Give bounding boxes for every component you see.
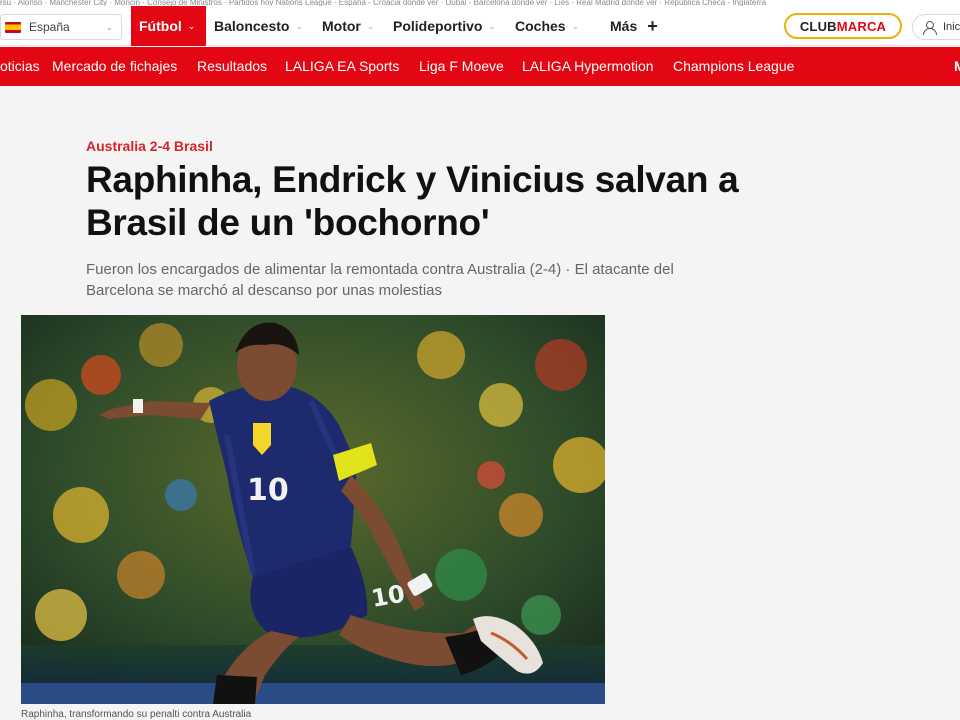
club-marca-button[interactable]: CLUB MARCA (784, 13, 902, 39)
chevron-down-icon: ⌄ (488, 20, 496, 31)
plus-icon: + (647, 15, 658, 36)
chevron-down-icon: ⌄ (295, 20, 304, 31)
chevron-down-icon: ⌄ (366, 20, 375, 31)
nav-label: Polideportivo (393, 18, 483, 34)
nav-label: Baloncesto (214, 18, 290, 34)
article-headline: Raphinha, Endrick y Vinicius salvan a Br… (86, 159, 739, 243)
subnav-item-champions-league[interactable]: Champions League (673, 58, 794, 74)
chevron-down-icon: ⌄ (187, 20, 196, 31)
region-label: España (29, 20, 70, 34)
shorts-number: 10 (369, 580, 407, 613)
subnav-item-noticias[interactable]: oticias (0, 58, 40, 74)
subnav-item-laliga-ea-sports[interactable]: LALIGA EA Sports (285, 58, 399, 74)
subnav-item-laliga-hypermotion[interactable]: LALIGA Hypermotion (522, 58, 654, 74)
subnav-item-liga-f-moeve[interactable]: Liga F Moeve (419, 58, 504, 74)
section-subnavigation: oticias Mercado de fichajes Resultados L… (0, 47, 960, 86)
nav-item-motor[interactable]: Motor ⌄ (322, 6, 374, 46)
nav-item-mas[interactable]: Más + (610, 6, 658, 46)
article-kicker[interactable]: Australia 2-4 Brasil (86, 138, 213, 154)
chevron-down-icon: ⌄ (571, 20, 580, 31)
nav-label: Motor (322, 18, 361, 34)
article-photo[interactable]: 10 10 (21, 315, 605, 704)
shirt-number: 10 (247, 473, 289, 508)
nav-item-coches[interactable]: Coches ⌄ (515, 6, 579, 46)
nav-item-baloncesto[interactable]: Baloncesto ⌄ (214, 6, 303, 46)
user-icon (923, 21, 937, 35)
login-label: Inic (943, 21, 960, 33)
main-navigation: España ⌄ Fútbol ⌄ Baloncesto ⌄ Motor ⌄ P… (0, 6, 960, 46)
club-marca-logo-text: CLUB (799, 18, 837, 34)
login-button[interactable]: Inic (912, 14, 960, 40)
football-player-photo: 10 10 (21, 315, 605, 704)
nav-label: Fútbol (139, 18, 182, 34)
region-selector[interactable]: España ⌄ (0, 14, 122, 40)
subnav-item-resultados[interactable]: Resultados (197, 58, 267, 74)
spain-flag-icon (5, 21, 21, 33)
article-summary: Fueron los encargados de alimentar la re… (86, 261, 674, 299)
photo-caption: Raphinha, transformando su penalti contr… (21, 709, 252, 720)
nav-item-polideportivo[interactable]: Polideportivo ⌄ (393, 6, 496, 46)
nav-label: Más (610, 18, 638, 34)
chevron-down-icon: ⌄ (105, 22, 113, 32)
subnav-item-mercado-de-fichajes[interactable]: Mercado de fichajes (52, 58, 177, 74)
nav-label: Coches (515, 18, 566, 34)
subnav-item-truncated[interactable]: M (954, 58, 960, 74)
club-marca-logo-text-red: MARCA (836, 18, 887, 34)
nav-item-futbol[interactable]: Fútbol ⌄ (131, 6, 206, 46)
